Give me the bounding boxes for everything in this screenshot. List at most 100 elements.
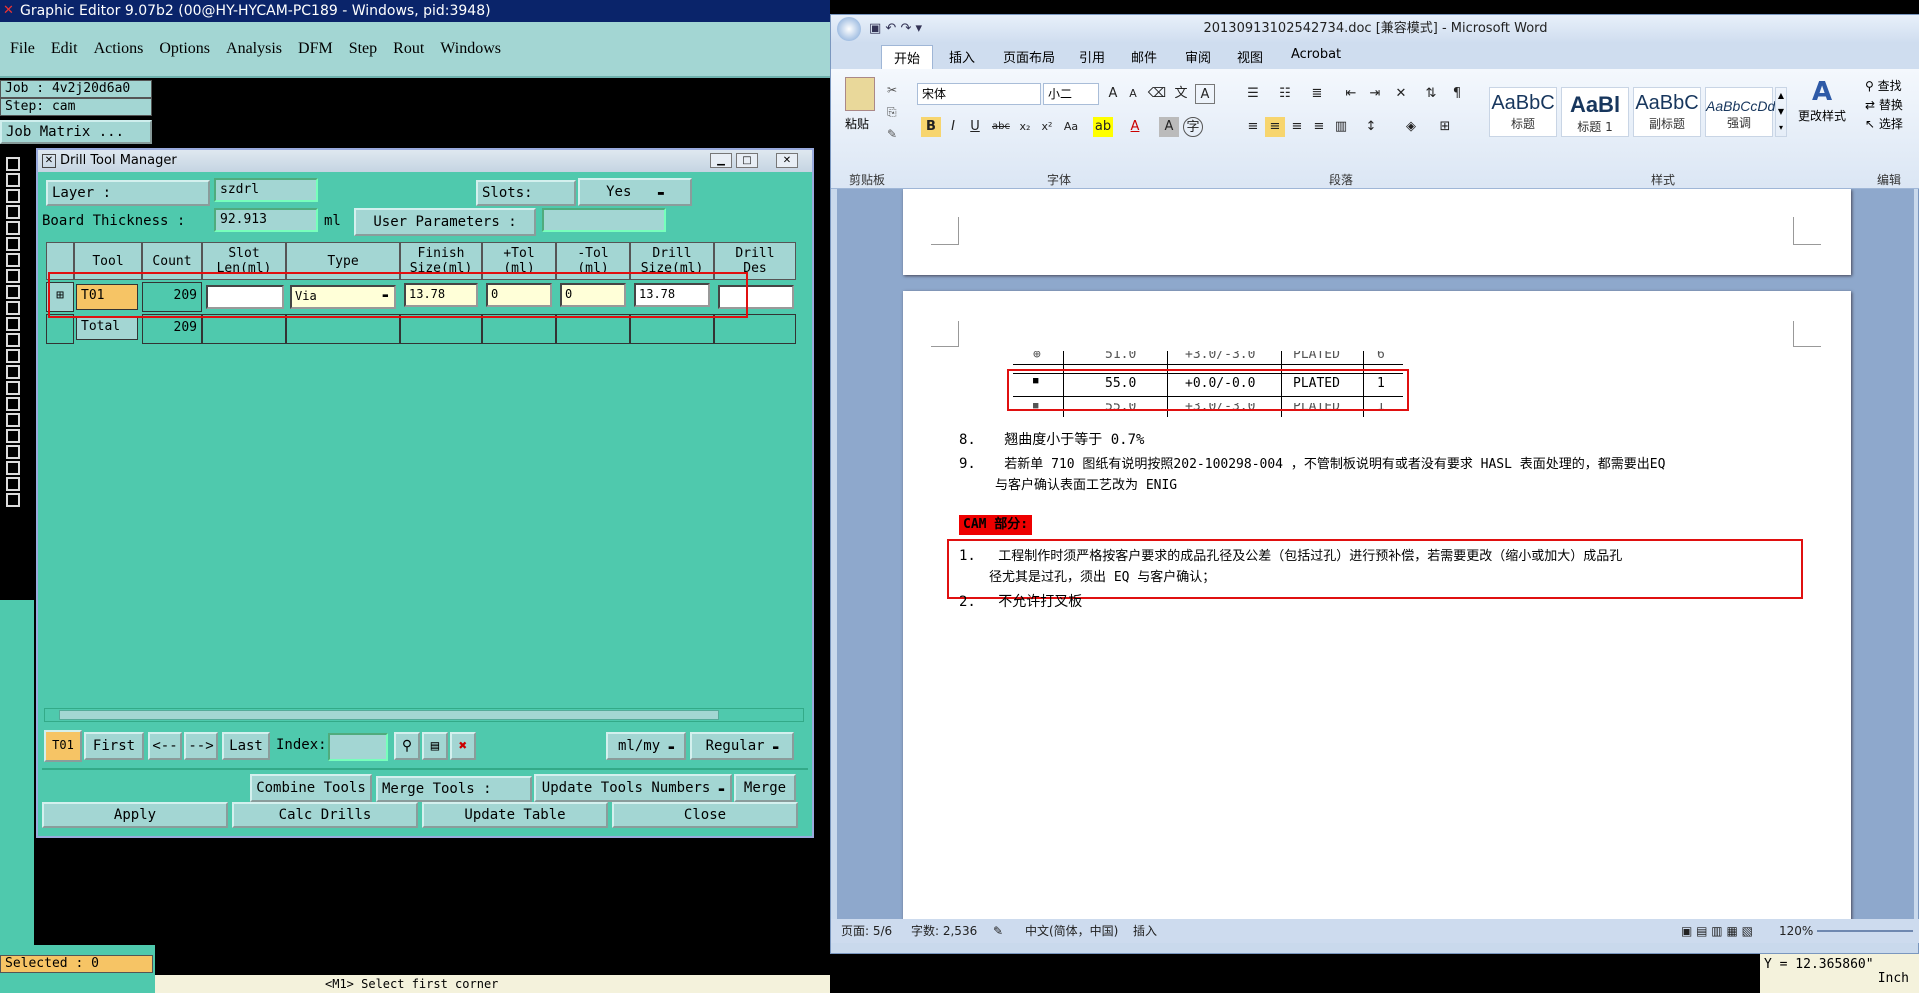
update-table-button[interactable]: Update Table xyxy=(422,802,608,828)
italic-icon[interactable]: I xyxy=(943,117,963,137)
first-button[interactable]: First xyxy=(84,732,144,760)
layer-toggle[interactable] xyxy=(6,493,20,507)
style-heading-1[interactable]: AaBl 标题 1 xyxy=(1561,87,1629,137)
layer-toggle[interactable] xyxy=(6,429,20,443)
paste-icon[interactable] xyxy=(845,77,875,111)
align-center-icon[interactable]: ≡ xyxy=(1265,117,1285,137)
job-matrix-button[interactable]: Job Matrix ... xyxy=(0,120,152,144)
select-button[interactable]: ↖ 选择 xyxy=(1865,115,1903,134)
spellcheck-icon[interactable]: ✎ xyxy=(993,919,1003,943)
user-parameters-field[interactable] xyxy=(542,208,666,232)
layer-field[interactable]: szdrl xyxy=(214,178,318,202)
increase-indent-icon[interactable]: ⇥ xyxy=(1365,84,1385,104)
tab-acrobat[interactable]: Acrobat xyxy=(1291,47,1341,62)
find-button[interactable]: ⚲ 查找 xyxy=(1865,77,1903,96)
document-area[interactable]: ⊕ 51.0 +3.0/-3.0 PLATED 6 ■ 55.0 +0.0/-0… xyxy=(837,189,1914,929)
align-left-icon[interactable]: ≡ xyxy=(1243,117,1263,137)
tab-references[interactable]: 引用 xyxy=(1079,47,1105,66)
shading-icon[interactable]: ◈ xyxy=(1401,117,1421,137)
phonetic-icon[interactable]: 文 xyxy=(1171,84,1191,104)
style-emphasis[interactable]: AaBbCcDd 强调 xyxy=(1705,87,1775,137)
layer-toggle[interactable] xyxy=(6,477,20,491)
paste-label[interactable]: 粘贴 xyxy=(845,115,869,132)
layer-toggle[interactable] xyxy=(6,285,20,299)
layer-toggle[interactable] xyxy=(6,349,20,363)
underline-icon[interactable]: U xyxy=(965,117,985,137)
office-button-icon[interactable] xyxy=(837,17,861,41)
save-icon[interactable]: ▤ xyxy=(422,732,448,760)
layer-toggle[interactable] xyxy=(6,205,20,219)
combine-tools-button[interactable]: Combine Tools xyxy=(250,774,372,802)
insert-mode[interactable]: 插入 xyxy=(1133,919,1157,943)
layer-toggle[interactable] xyxy=(6,237,20,251)
justify-icon[interactable]: ≡ xyxy=(1309,117,1329,137)
change-styles-button[interactable]: A 更改样式 xyxy=(1795,77,1849,124)
menu-dfm[interactable]: DFM xyxy=(298,40,333,58)
layer-toggle[interactable] xyxy=(6,445,20,459)
layer-toggle[interactable] xyxy=(6,173,20,187)
borders-icon[interactable]: ⊞ xyxy=(1435,117,1455,137)
mode-select[interactable]: Regular ▬ xyxy=(690,732,794,760)
horizontal-scrollbar[interactable] xyxy=(44,708,804,722)
asian-layout-icon[interactable]: ✕ xyxy=(1391,84,1411,104)
merge-button[interactable]: Merge xyxy=(734,774,796,802)
calc-drills-button[interactable]: Calc Drills xyxy=(232,802,418,828)
bullets-icon[interactable]: ☰ xyxy=(1243,84,1263,104)
menu-edit[interactable]: Edit xyxy=(51,40,78,58)
menu-rout[interactable]: Rout xyxy=(393,40,424,58)
close-button[interactable]: Close xyxy=(612,802,798,828)
replace-button[interactable]: ⇄ 替换 xyxy=(1865,96,1903,115)
bold-icon[interactable]: B xyxy=(921,117,941,137)
maximize-icon[interactable]: □ xyxy=(736,153,758,168)
clear-format-icon[interactable]: ⌫ xyxy=(1147,84,1167,104)
layer-toggle[interactable] xyxy=(6,461,20,475)
numbering-icon[interactable]: ☷ xyxy=(1275,84,1295,104)
prev-button[interactable]: <-- xyxy=(148,732,182,760)
style-subtitle[interactable]: AaBbC 副标题 xyxy=(1633,87,1701,137)
char-border-icon[interactable]: A xyxy=(1195,84,1215,104)
style-title[interactable]: AaBbC 标题 xyxy=(1489,87,1557,137)
tab-home[interactable]: 开始 xyxy=(881,45,934,69)
grow-font-icon[interactable]: A xyxy=(1103,84,1123,104)
multilevel-icon[interactable]: ≣ xyxy=(1307,84,1327,104)
layer-toggle[interactable] xyxy=(6,413,20,427)
line-spacing-icon[interactable]: ↕ xyxy=(1361,117,1381,137)
search-icon[interactable]: ⚲ xyxy=(394,732,420,760)
highlight-icon[interactable]: ab xyxy=(1093,117,1113,137)
decrease-indent-icon[interactable]: ⇤ xyxy=(1341,84,1361,104)
font-size-select[interactable]: 小二 xyxy=(1043,83,1099,105)
layer-toggle[interactable] xyxy=(6,157,20,171)
font-name-select[interactable]: 宋体 xyxy=(917,83,1041,105)
sort-icon[interactable]: ⇅ xyxy=(1421,84,1441,104)
font-color-icon[interactable]: A xyxy=(1125,117,1145,137)
layer-toggle[interactable] xyxy=(6,317,20,331)
apply-button[interactable]: Apply xyxy=(42,802,228,828)
distributed-icon[interactable]: ▥ xyxy=(1331,117,1351,137)
scrollbar-thumb[interactable] xyxy=(59,710,719,720)
zoom-level[interactable]: 120% xyxy=(1779,919,1813,943)
layer-toggle[interactable] xyxy=(6,397,20,411)
layer-toggle[interactable] xyxy=(6,301,20,315)
quick-access-toolbar[interactable]: ▣ ↶ ↷ ▾ xyxy=(869,15,922,43)
delete-icon[interactable]: ✖ xyxy=(450,732,476,760)
layer-toggle[interactable] xyxy=(6,253,20,267)
zoom-slider[interactable] xyxy=(1817,930,1913,932)
menu-actions[interactable]: Actions xyxy=(94,40,144,58)
subscript-icon[interactable]: x₂ xyxy=(1015,117,1035,137)
view-buttons[interactable]: ▣ ▤ ▥ ▦ ▧ xyxy=(1681,919,1753,943)
close-icon[interactable]: ✕ xyxy=(776,153,798,168)
update-tools-numbers-select[interactable]: Update Tools Numbers ▬ xyxy=(534,774,732,802)
layer-toggle[interactable] xyxy=(6,269,20,283)
strikethrough-icon[interactable]: abc xyxy=(991,117,1011,137)
units-select[interactable]: ml/my ▬ xyxy=(606,732,686,760)
enclose-char-icon[interactable]: 字 xyxy=(1183,117,1203,137)
minimize-icon[interactable]: ▁ xyxy=(710,153,732,168)
index-field[interactable] xyxy=(328,733,388,761)
language-indicator[interactable]: 中文(简体，中国) xyxy=(1025,919,1118,943)
slots-select[interactable]: Yes ▬ xyxy=(578,178,692,206)
menu-windows[interactable]: Windows xyxy=(440,40,501,58)
page-indicator[interactable]: 页面: 5/6 xyxy=(841,919,892,943)
word-count[interactable]: 字数: 2,536 xyxy=(911,919,977,943)
shrink-font-icon[interactable]: A xyxy=(1123,84,1143,104)
menu-step[interactable]: Step xyxy=(349,40,377,58)
